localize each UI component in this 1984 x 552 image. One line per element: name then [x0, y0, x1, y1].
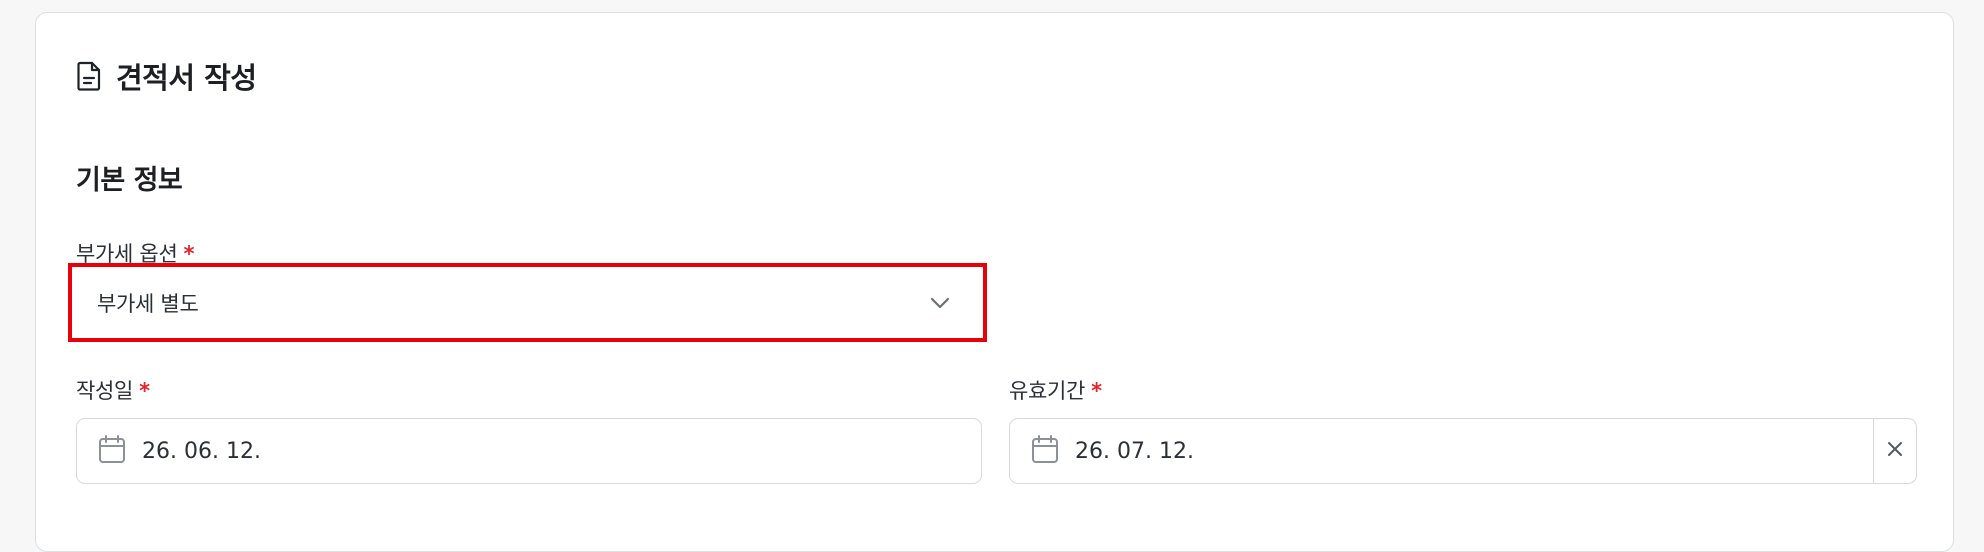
page-title: 견적서 작성	[116, 61, 257, 95]
section-title-basic-info: 기본 정보	[76, 165, 183, 196]
clear-date-button[interactable]	[1873, 419, 1916, 483]
valid-until-value: 26. 07. 12.	[1075, 438, 1194, 464]
vat-option-select[interactable]: 부가세 별도	[76, 271, 979, 334]
quote-form-card: 견적서 작성 기본 정보 부가세 옵션 * 부가세 별도 작성일 * 26. 06.…	[35, 12, 1954, 552]
created-date-value: 26. 06. 12.	[142, 438, 261, 464]
card-header: 견적서 작성	[76, 55, 257, 97]
document-icon	[76, 61, 102, 91]
created-date-input[interactable]: 26. 06. 12.	[76, 418, 982, 484]
chevron-down-icon	[929, 292, 951, 318]
created-date-label: 작성일 *	[76, 375, 150, 405]
valid-until-input[interactable]: 26. 07. 12.	[1009, 418, 1917, 484]
vat-option-selected-value: 부가세 별도	[97, 291, 199, 316]
calendar-icon	[1031, 434, 1059, 468]
created-date-label-text: 작성일	[76, 379, 134, 403]
calendar-icon	[98, 434, 126, 468]
required-mark: *	[139, 379, 150, 403]
valid-until-label-text: 유효기간	[1009, 379, 1086, 403]
required-mark: *	[1091, 379, 1102, 403]
close-icon	[1886, 440, 1904, 462]
valid-until-label: 유효기간 *	[1009, 375, 1102, 405]
